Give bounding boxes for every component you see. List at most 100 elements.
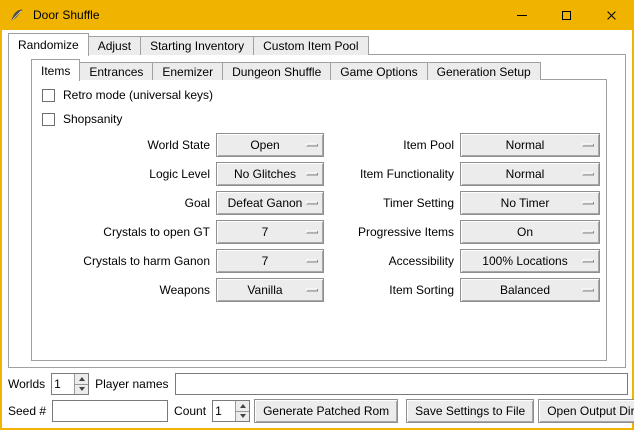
dropdown-indicator-icon — [582, 259, 594, 262]
dropdown-indicator-icon — [306, 230, 318, 233]
dropdown-indicator-icon — [306, 259, 318, 262]
options-row: Crystals to open GT 7 Progressive Items … — [32, 217, 606, 246]
close-icon — [606, 10, 617, 21]
arrow-down-icon — [240, 414, 246, 418]
save-settings-button[interactable]: Save Settings to File — [406, 399, 534, 423]
titlebar[interactable]: Door Shuffle — [0, 0, 634, 30]
retro-mode-option: Retro mode (universal keys) — [42, 87, 213, 103]
count-spin-up-button[interactable] — [236, 401, 249, 412]
shopsanity-label: Shopsanity — [63, 112, 122, 126]
app-icon — [9, 7, 25, 23]
item-pool-dropdown[interactable]: Normal — [460, 133, 600, 157]
field-label: Goal — [32, 196, 216, 210]
tab-entrances[interactable]: Entrances — [79, 62, 153, 80]
crystals-harm-ganon-dropdown[interactable]: 7 — [216, 249, 324, 273]
tab-dungeon-shuffle[interactable]: Dungeon Shuffle — [222, 62, 331, 80]
timer-setting-dropdown[interactable]: No Timer — [460, 191, 600, 215]
field-label: Timer Setting — [324, 196, 460, 210]
caption-buttons — [499, 0, 634, 30]
dropdown-indicator-icon — [582, 288, 594, 291]
worlds-spin-down-button[interactable] — [75, 385, 88, 395]
primary-tab-bar: Randomize Adjust Starting Inventory Cust… — [8, 32, 369, 55]
dropdown-value: 7 — [262, 225, 279, 239]
dropdown-value: No Glitches — [234, 167, 306, 181]
maximize-button[interactable] — [544, 0, 589, 30]
crystals-open-gt-dropdown[interactable]: 7 — [216, 220, 324, 244]
options-row: Goal Defeat Ganon Timer Setting No Timer — [32, 188, 606, 217]
options-grid: World State Open Item Pool Normal Logic … — [32, 130, 606, 304]
dropdown-indicator-icon — [306, 201, 318, 204]
seed-input[interactable] — [52, 400, 168, 422]
dropdown-value: Balanced — [500, 283, 560, 297]
minimize-button[interactable] — [499, 0, 544, 30]
field-label: Item Sorting — [324, 283, 460, 297]
field-label: Weapons — [32, 283, 216, 297]
progressive-items-dropdown[interactable]: On — [460, 220, 600, 244]
goal-dropdown[interactable]: Defeat Ganon — [216, 191, 324, 215]
tab-items[interactable]: Items — [31, 59, 80, 81]
dropdown-value: Normal — [506, 167, 555, 181]
tab-randomize[interactable]: Randomize — [8, 33, 89, 56]
dropdown-value: Open — [250, 138, 289, 152]
item-functionality-dropdown[interactable]: Normal — [460, 162, 600, 186]
randomize-tab-panel: Items Entrances Enemizer Dungeon Shuffle… — [8, 54, 626, 368]
field-label: Logic Level — [32, 167, 216, 181]
worlds-spinbox[interactable] — [51, 373, 89, 395]
tab-generation-setup[interactable]: Generation Setup — [427, 62, 541, 80]
tab-adjust[interactable]: Adjust — [88, 36, 141, 55]
field-label: World State — [32, 138, 216, 152]
seed-row: Seed # Count Generate Patched Rom Save S… — [6, 398, 628, 424]
dropdown-indicator-icon — [582, 172, 594, 175]
dropdown-indicator-icon — [582, 143, 594, 146]
field-label: Item Pool — [324, 138, 460, 152]
dropdown-indicator-icon — [306, 288, 318, 291]
count-label: Count — [172, 404, 208, 418]
tab-custom-item-pool[interactable]: Custom Item Pool — [253, 36, 368, 55]
close-button[interactable] — [589, 0, 634, 30]
seed-label: Seed # — [6, 404, 48, 418]
arrow-down-icon — [79, 387, 85, 391]
worlds-label: Worlds — [6, 377, 47, 391]
dropdown-indicator-icon — [582, 230, 594, 233]
open-output-directory-button[interactable]: Open Output Directory — [538, 399, 634, 423]
worlds-spin-up-button[interactable] — [75, 374, 88, 385]
tab-starting-inventory[interactable]: Starting Inventory — [140, 36, 254, 55]
options-row: Weapons Vanilla Item Sorting Balanced — [32, 275, 606, 304]
weapons-dropdown[interactable]: Vanilla — [216, 278, 324, 302]
options-row: World State Open Item Pool Normal — [32, 130, 606, 159]
world-state-dropdown[interactable]: Open — [216, 133, 324, 157]
worlds-row: Worlds Player names — [6, 372, 628, 396]
field-label: Accessibility — [324, 254, 460, 268]
accessibility-dropdown[interactable]: 100% Locations — [460, 249, 600, 273]
window-title: Door Shuffle — [33, 8, 100, 22]
dropdown-indicator-icon — [582, 201, 594, 204]
tab-game-options[interactable]: Game Options — [330, 62, 427, 80]
minimize-icon — [517, 15, 527, 16]
dropdown-value: 100% Locations — [482, 254, 577, 268]
arrow-up-icon — [240, 404, 246, 408]
dropdown-value: No Timer — [501, 196, 560, 210]
generate-patched-rom-button[interactable]: Generate Patched Rom — [254, 399, 398, 423]
arrow-up-icon — [79, 377, 85, 381]
logic-level-dropdown[interactable]: No Glitches — [216, 162, 324, 186]
item-sorting-dropdown[interactable]: Balanced — [460, 278, 600, 302]
tab-enemizer[interactable]: Enemizer — [152, 62, 223, 80]
player-names-label: Player names — [93, 377, 170, 391]
dropdown-value: Normal — [506, 138, 555, 152]
worlds-spin-arrows — [74, 374, 88, 394]
count-spinbox[interactable] — [212, 400, 250, 422]
worlds-input[interactable] — [52, 374, 74, 394]
field-label: Item Functionality — [324, 167, 460, 181]
options-row: Crystals to harm Ganon 7 Accessibility 1… — [32, 246, 606, 275]
maximize-icon — [562, 11, 571, 20]
retro-mode-checkbox[interactable] — [42, 89, 55, 102]
player-names-input[interactable] — [175, 373, 629, 395]
shopsanity-checkbox[interactable] — [42, 113, 55, 126]
options-row: Logic Level No Glitches Item Functionali… — [32, 159, 606, 188]
app-window: Door Shuffle Randomize Adjust Starting I… — [0, 0, 634, 430]
dropdown-indicator-icon — [306, 172, 318, 175]
dropdown-value: 7 — [262, 254, 279, 268]
count-input[interactable] — [213, 401, 235, 421]
count-spin-down-button[interactable] — [236, 412, 249, 422]
secondary-tab-bar: Items Entrances Enemizer Dungeon Shuffle… — [31, 58, 541, 80]
